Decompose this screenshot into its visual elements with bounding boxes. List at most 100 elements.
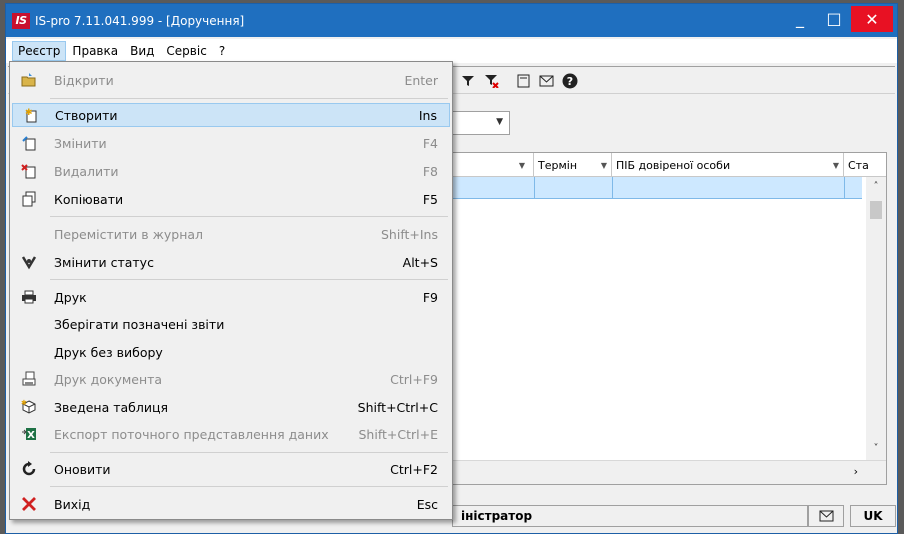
edit-icon	[20, 134, 38, 152]
menu-item-shortcut: Shift+Ctrl+C	[357, 399, 438, 415]
menu-item-label: Друк без вибору	[54, 344, 163, 360]
delete-icon	[20, 162, 38, 180]
separator	[50, 486, 448, 487]
menu-item-shortcut: Alt+S	[402, 254, 438, 270]
table-cell[interactable]	[844, 177, 845, 199]
menu-bar: Реєстр Правка Вид Сервіс ?	[6, 39, 897, 63]
sort-icon: ▼	[832, 160, 839, 170]
menu-item-label: Змінити	[54, 135, 107, 151]
menu-item-shortcut: Esc	[416, 496, 438, 512]
menu-item-label: Зведена таблиця	[54, 399, 169, 415]
sort-icon: ▼	[600, 160, 607, 170]
menu-item-label: Видалити	[54, 163, 119, 179]
menu-item-label: Друк	[54, 289, 87, 305]
status-mail-icon[interactable]	[808, 505, 844, 527]
scroll-up-icon[interactable]: ˄	[866, 181, 886, 192]
menu-item-shortcut: Ins	[418, 107, 437, 123]
menu-edit[interactable]: Правка	[66, 41, 124, 61]
menu-item-label: Створити	[55, 107, 118, 123]
refresh-icon	[20, 460, 38, 478]
menu-item-shortcut: Enter	[404, 72, 438, 88]
status-language[interactable]: UK	[850, 505, 896, 527]
exit-icon	[20, 495, 38, 513]
menu-item-label: Відкрити	[54, 72, 114, 88]
menu-item-exit[interactable]: Вихід Esc	[12, 492, 450, 516]
print-document-icon	[20, 370, 38, 388]
menu-item-shortcut: F9	[422, 289, 438, 305]
copy-icon	[20, 190, 38, 208]
create-icon: ✱	[21, 106, 39, 124]
clear-filter-icon[interactable]	[482, 72, 502, 90]
menu-item-shortcut: Shift+Ins	[380, 226, 438, 242]
column-header-status[interactable]: Ста	[844, 153, 869, 177]
svg-text:✱: ✱	[25, 108, 33, 118]
menu-item-label: Вихід	[54, 496, 91, 512]
pivot-table-icon: ✱	[20, 398, 38, 416]
menu-item-open[interactable]: Відкрити Enter	[12, 68, 450, 92]
maximize-button[interactable]: □	[817, 4, 851, 32]
menu-item-print-document[interactable]: Друк документа Ctrl+F9	[12, 367, 450, 391]
form-view-icon[interactable]	[513, 72, 533, 90]
menu-item-export-view[interactable]: X Експорт поточного представлення даних …	[12, 422, 450, 446]
menu-service[interactable]: Сервіс	[160, 41, 212, 61]
column-header-label: Термін	[538, 158, 578, 172]
app-logo-icon: IS	[12, 12, 30, 29]
menu-item-print[interactable]: Друк F9	[12, 285, 450, 309]
menu-item-create[interactable]: ✱ Створити Ins	[12, 103, 450, 127]
menu-item-label: Копіювати	[54, 191, 124, 207]
table-cell[interactable]	[612, 177, 613, 199]
menu-item-delete[interactable]: Видалити F8	[12, 159, 450, 183]
status-icon	[20, 253, 38, 271]
menu-item-refresh[interactable]: Оновити Ctrl+F2	[12, 457, 450, 481]
scroll-thumb[interactable]	[870, 201, 882, 219]
column-header-term[interactable]: Термін ▼	[534, 153, 612, 177]
open-icon	[20, 71, 38, 89]
table-cell[interactable]	[534, 177, 535, 199]
menu-item-label: Змінити статус	[54, 254, 154, 270]
status-user: іністратор	[452, 505, 808, 527]
menu-item-change-status[interactable]: Змінити статус Alt+S	[12, 250, 450, 274]
menu-item-label: Зберігати позначені звіти	[54, 316, 225, 332]
scroll-down-icon[interactable]: ˅	[866, 443, 886, 454]
mail-icon[interactable]	[536, 72, 556, 90]
menu-registry[interactable]: Реєстр	[12, 41, 67, 61]
filter-icon[interactable]	[458, 72, 478, 90]
menu-item-label: Експорт поточного представлення даних	[54, 426, 329, 442]
title-bar[interactable]: IS IS-pro 7.11.041.999 - [Доручення] _ □…	[6, 4, 897, 37]
close-button[interactable]: ✕	[851, 6, 893, 32]
menu-item-edit[interactable]: Змінити F4	[12, 131, 450, 155]
menu-item-shortcut: F4	[422, 135, 438, 151]
separator	[50, 452, 448, 453]
menu-item-label: Оновити	[54, 461, 111, 477]
print-icon	[20, 288, 38, 306]
menu-view[interactable]: Вид	[124, 41, 160, 61]
column-header-person[interactable]: ПІБ довіреної особи ▼	[612, 153, 844, 177]
menu-item-shortcut: Shift+Ctrl+E	[358, 426, 439, 442]
menu-item-print-without-selection[interactable]: Друк без вибору	[12, 340, 450, 364]
minimize-button[interactable]: _	[783, 4, 817, 32]
column-header-sort-icon[interactable]: ▼	[452, 153, 534, 177]
separator	[50, 279, 448, 280]
menu-item-shortcut: F8	[422, 163, 438, 179]
menu-item-shortcut: Ctrl+F2	[390, 461, 438, 477]
column-header-label: ПІБ довіреної особи	[616, 158, 731, 172]
scroll-right-icon[interactable]: ›	[854, 465, 858, 478]
menu-item-shortcut: F5	[422, 191, 438, 207]
chevron-down-icon: ▼	[496, 117, 503, 127]
menu-help[interactable]: ?	[213, 41, 231, 61]
menu-item-save-marked-reports[interactable]: Зберігати позначені звіти	[12, 312, 450, 336]
help-icon[interactable]: ?	[560, 72, 580, 90]
svg-text:✱: ✱	[21, 399, 27, 407]
menu-item-label: Друк документа	[54, 371, 163, 387]
registry-dropdown-menu: Відкрити Enter ✱ Створити Ins Змінити F4…	[9, 61, 453, 520]
menu-item-shortcut: Ctrl+F9	[390, 371, 438, 387]
vertical-scrollbar[interactable]: ˄ ˅	[866, 177, 886, 462]
column-header-label: Ста	[848, 158, 869, 172]
svg-text:?: ?	[567, 75, 573, 88]
filter-combobox[interactable]: ▼	[448, 111, 510, 135]
excel-export-icon: X	[20, 425, 38, 443]
separator	[50, 216, 448, 217]
menu-item-move-to-journal[interactable]: Перемістити в журнал Shift+Ins	[12, 222, 450, 246]
menu-item-pivot-table[interactable]: ✱ Зведена таблиця Shift+Ctrl+C	[12, 395, 450, 419]
menu-item-copy[interactable]: Копіювати F5	[12, 187, 450, 211]
